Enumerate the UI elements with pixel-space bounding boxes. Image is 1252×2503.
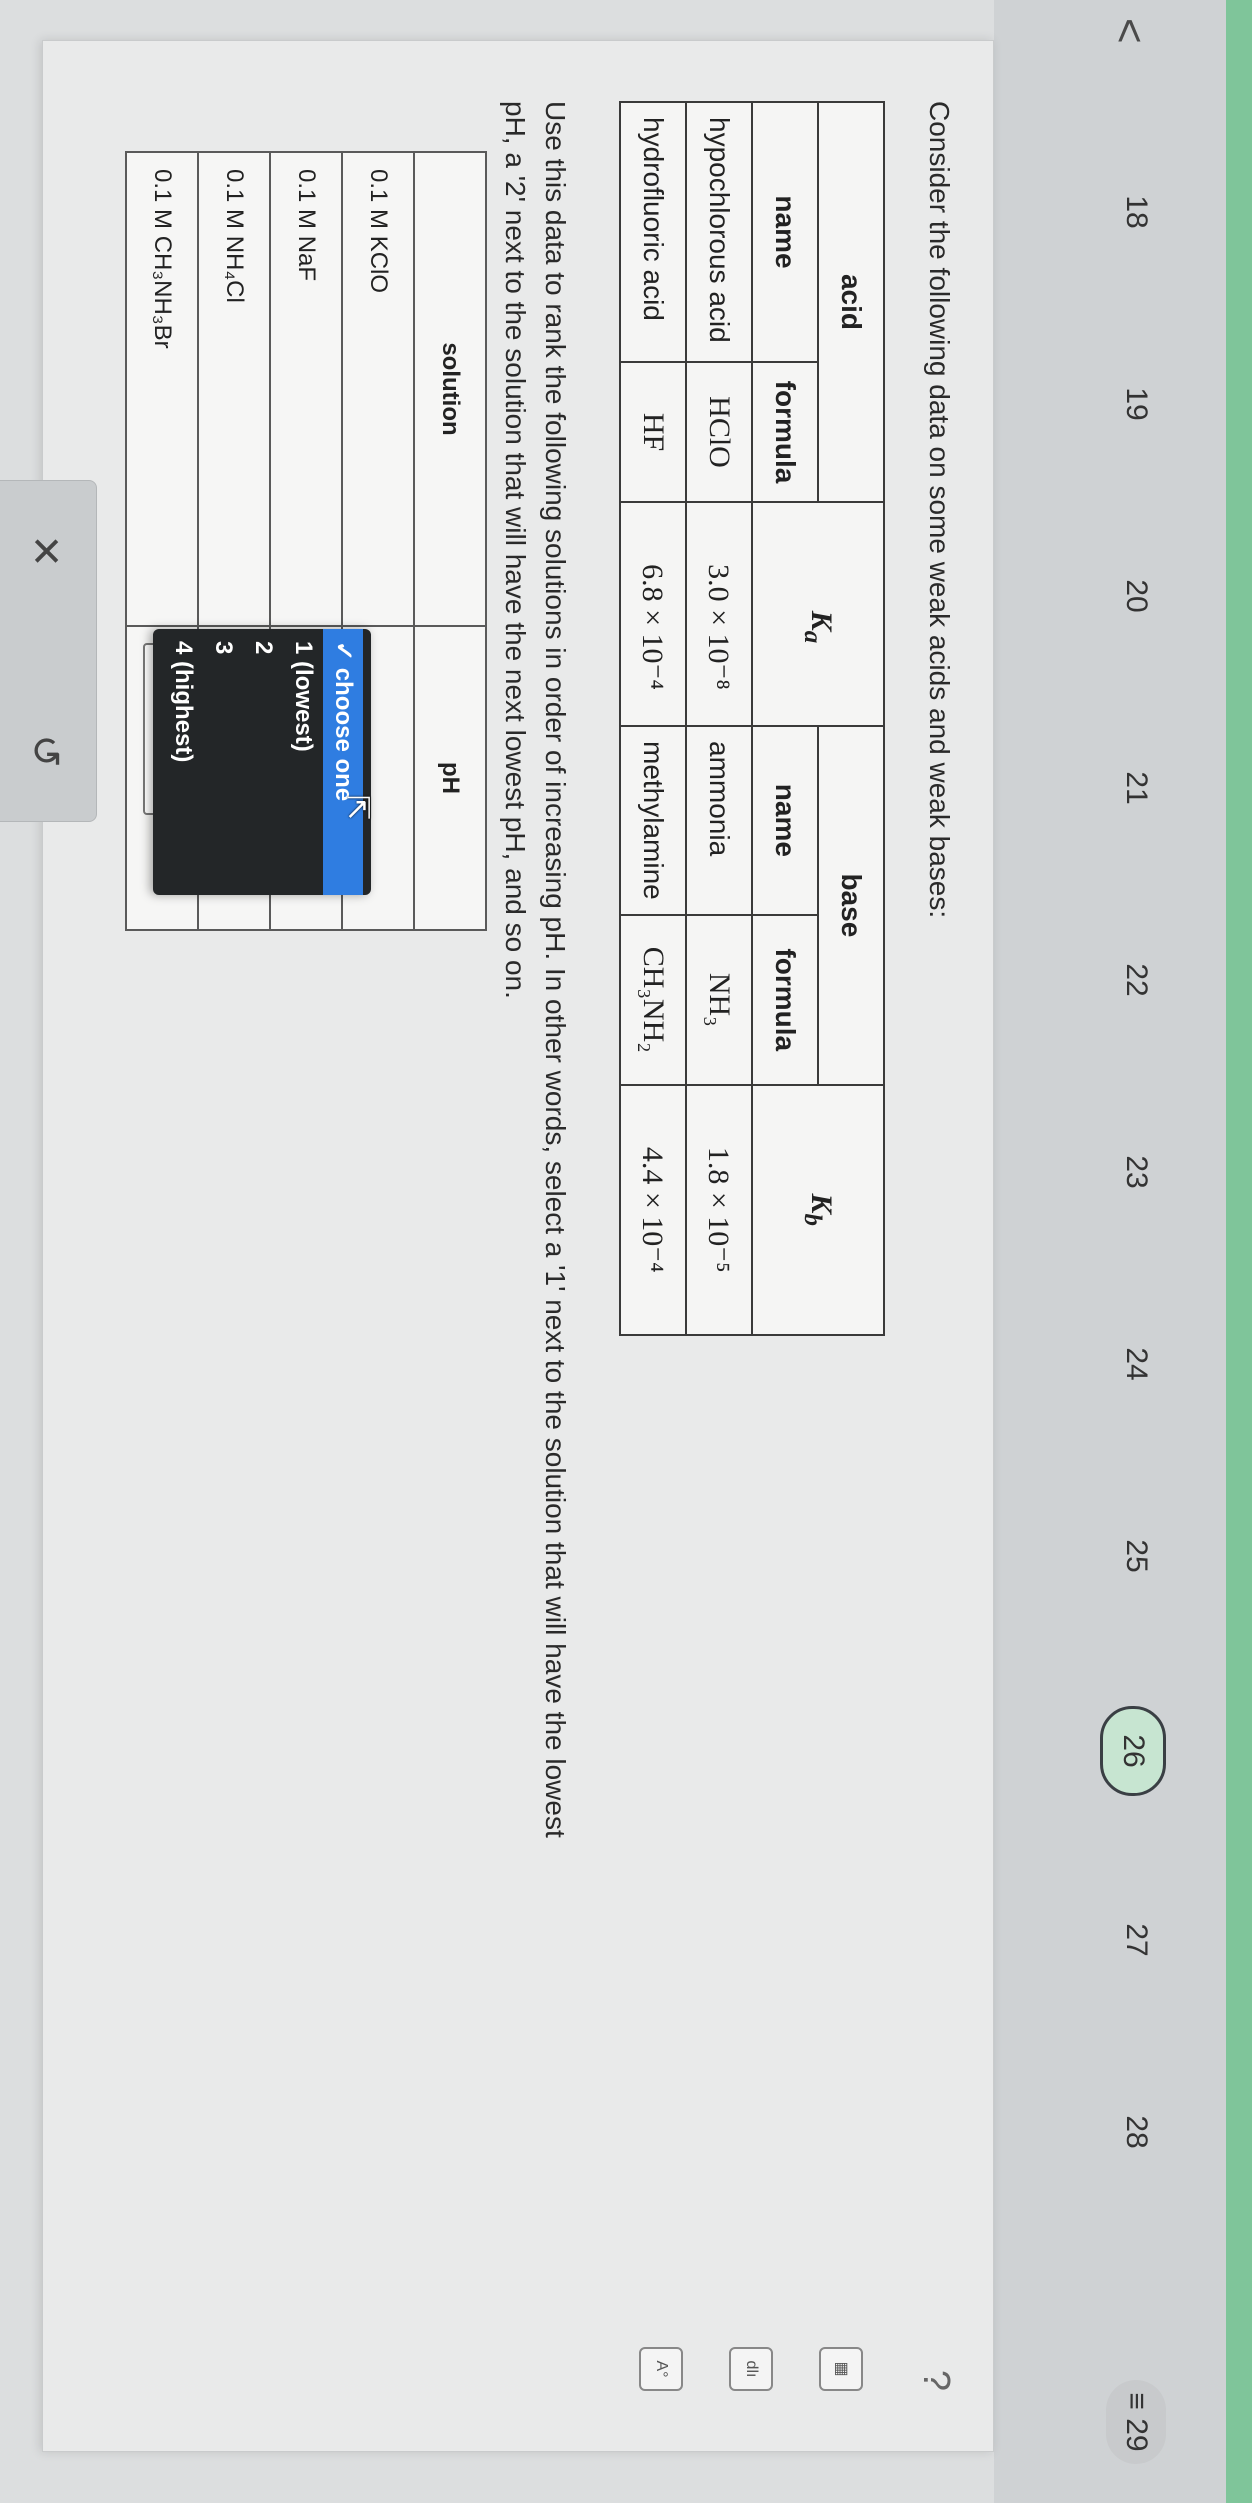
acid-formula-header: formula — [752, 362, 818, 502]
question-20-button[interactable]: 20 — [1106, 554, 1166, 638]
base-table: base Kb name formula ammonia NH₃ 1.8 × 1… — [619, 725, 885, 1336]
question-26-button[interactable]: 26 — [1100, 1706, 1166, 1796]
question-22-button[interactable]: 22 — [1106, 938, 1166, 1022]
question-29-label: 29 — [1120, 2418, 1153, 2452]
acid-row-2-name: hydrofluoric acid — [620, 102, 686, 362]
acid-row-2-formula: HF — [620, 362, 686, 502]
base-row-2-formula: CH₃NH₂ — [620, 914, 686, 1085]
acid-group-header: acid — [818, 102, 884, 502]
question-21-button[interactable]: 21 — [1106, 746, 1166, 830]
dropdown-option-4[interactable]: 4 (highest) — [163, 629, 203, 895]
question-25-button[interactable]: 25 — [1106, 1514, 1166, 1598]
acid-name-header: name — [752, 102, 818, 362]
app-screen: < 18 19 20 21 22 23 24 25 26 27 28 ≡ 29 ? ▦ dlı A°… — [0, 0, 1252, 2503]
clear-icon[interactable]: ✕ — [22, 521, 68, 581]
undo-icon[interactable]: ↺ — [22, 721, 68, 781]
solution-row-3: 0.1 M NH₄Cl — [198, 152, 270, 626]
ph-header: pH — [414, 626, 486, 930]
question-nav-bar: < 18 19 20 21 22 23 24 25 26 27 28 ≡ 29 — [994, 0, 1226, 2503]
instructions-text: Use this data to rank the following solu… — [500, 101, 571, 1838]
ph-dropdown-menu: ✓ choose one 1 (lowest) 2 3 4 (highest) — [153, 629, 371, 895]
solution-header: solution — [414, 152, 486, 626]
base-row-2-name: methylamine — [620, 726, 686, 915]
text-size-icon[interactable]: A° — [639, 2347, 683, 2391]
ka-header: Ka — [752, 502, 884, 752]
kb-header: Kb — [752, 1084, 884, 1335]
base-formula-header: formula — [752, 914, 818, 1085]
previous-arrow-icon[interactable]: < — [1104, 18, 1154, 44]
intro-text: Consider the following data on some weak… — [924, 101, 955, 919]
question-19-button[interactable]: 19 — [1106, 362, 1166, 446]
base-row-1-name: ammonia — [686, 726, 752, 915]
top-accent-bar — [1226, 0, 1252, 2503]
base-row-2-kb: 4.4 × 10⁻⁴ — [620, 1084, 686, 1335]
help-icon[interactable]: ? — [914, 2370, 957, 2391]
menu-icon: ≡ — [1120, 2392, 1153, 2410]
dropdown-option-1[interactable]: 1 (lowest) — [283, 629, 323, 895]
question-panel: ? ▦ dlı A° Consider the following data o… — [42, 40, 994, 2452]
acid-row-1-formula: HClO — [686, 362, 752, 502]
question-28-button[interactable]: 28 — [1106, 2090, 1166, 2174]
dropdown-option-choose-one[interactable]: ✓ choose one — [323, 629, 363, 895]
question-18-button[interactable]: 18 — [1106, 170, 1166, 254]
dropdown-option-3[interactable]: 3 — [203, 629, 243, 895]
acid-row-2-ka: 6.8 × 10⁻⁴ — [620, 502, 686, 752]
acid-row-1-ka: 3.0 × 10⁻⁸ — [686, 502, 752, 752]
solution-row-2: 0.1 M NaF — [270, 152, 342, 626]
base-row-1-formula: NH₃ — [686, 914, 752, 1085]
chart-icon[interactable]: dlı — [729, 2347, 773, 2391]
base-name-header: name — [752, 726, 818, 915]
question-29-menu-button[interactable]: ≡ 29 — [1106, 2380, 1166, 2464]
acid-row-1-name: hypochlorous acid — [686, 102, 752, 362]
answer-actions: ✕ ↺ — [0, 480, 97, 822]
question-27-button[interactable]: 27 — [1106, 1898, 1166, 1982]
solution-row-4: 0.1 M CH₃NH₃Br — [126, 152, 198, 626]
solution-row-1: 0.1 M KClO — [342, 152, 414, 626]
base-row-1-kb: 1.8 × 10⁻⁵ — [686, 1084, 752, 1335]
dropdown-option-2[interactable]: 2 — [243, 629, 283, 895]
mouse-cursor-icon: ⇱ — [341, 795, 374, 821]
calculator-icon[interactable]: ▦ — [819, 2347, 863, 2391]
question-23-button[interactable]: 23 — [1106, 1130, 1166, 1214]
acid-table: acid Ka name formula hypochlorous acid H… — [619, 101, 885, 753]
base-group-header: base — [818, 726, 884, 1085]
question-24-button[interactable]: 24 — [1106, 1322, 1166, 1406]
